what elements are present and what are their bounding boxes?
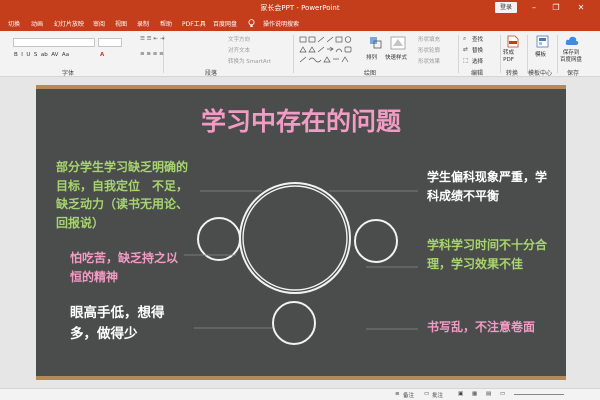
divider — [500, 35, 501, 73]
ribbon: B I U S ab AV Aa A 字体 ☰ ☰ ⇤ ⇥ ≡ ≡ ≡ ≡ 文字… — [0, 31, 600, 77]
tab-animations[interactable]: 动画 — [31, 19, 43, 28]
font-format-buttons[interactable]: B I U S ab AV Aa — [14, 52, 69, 58]
replace-button[interactable]: 替换 — [472, 46, 483, 54]
divider — [458, 35, 459, 73]
normal-view-icon[interactable]: ▣ — [458, 391, 463, 397]
shapes-gallery-icon[interactable] — [299, 36, 359, 64]
comments-icon: ▭ — [424, 391, 430, 397]
group-label-template-center: 模板中心 — [528, 70, 553, 77]
ribbon-tabs: 切换 动画 幻灯片放映 审阅 视图 录制 帮助 PDF工具 百度网盘 操作说明搜… — [0, 16, 600, 31]
shape-outline-button[interactable]: 形状轮廓 — [418, 46, 440, 54]
group-label-save: 保存 — [567, 70, 580, 77]
slide-sorter-icon[interactable]: ▦ — [472, 391, 477, 397]
status-bar: ≡ 备注 ▭ 批注 ▣ ▦ ▤ ▭ — [0, 388, 600, 400]
left-circle — [197, 217, 241, 261]
replace-icon: ⇄ — [463, 46, 469, 53]
template-icon[interactable] — [536, 35, 549, 48]
reading-view-icon[interactable]: ▤ — [486, 391, 491, 397]
right-item-2[interactable]: 学科学习时间不十分合理，学习效果不佳 — [427, 236, 551, 273]
left-item-3[interactable]: 眼高手低，想得多，做得少 — [70, 303, 178, 345]
tab-pdf-tools[interactable]: PDF工具 — [182, 19, 206, 28]
quick-styles-icon[interactable] — [390, 36, 406, 50]
align-text-button[interactable]: 对齐文本 — [228, 46, 250, 54]
left-item-1[interactable]: 部分学生学习缺乏明确的目标，自我定位 不足，缺乏动力（读书无用论、回报说） — [56, 158, 192, 232]
right-item-3[interactable]: 书写乱，不注意卷面 — [427, 318, 551, 337]
right-item-1[interactable]: 学生偏科现象严重，学科成绩不平衡 — [427, 168, 551, 205]
notes-icon: ≡ — [395, 391, 400, 397]
minimize-icon[interactable]: – — [527, 2, 541, 14]
center-circle — [239, 182, 351, 294]
tab-record[interactable]: 录制 — [137, 19, 149, 28]
group-label-font: 字体 — [62, 70, 75, 77]
right-circle — [354, 219, 398, 263]
tab-help[interactable]: 帮助 — [160, 19, 172, 28]
save-to-baidu-button[interactable]: 保存到 百度网盘 — [560, 50, 582, 63]
zoom-slider[interactable] — [514, 394, 564, 395]
close-icon[interactable]: ✕ — [574, 2, 588, 14]
arrange-icon[interactable] — [369, 36, 383, 50]
font-color-button[interactable]: A — [100, 52, 104, 58]
title-bar: 家长会PPT - PowerPoint 登录 – ❐ ✕ — [0, 0, 600, 16]
lightbulb-icon — [248, 19, 255, 30]
tab-review[interactable]: 审阅 — [93, 19, 105, 28]
login-button[interactable]: 登录 — [495, 2, 517, 13]
arrange-button[interactable]: 排列 — [366, 53, 377, 61]
align-buttons[interactable]: ≡ ≡ ≡ ≡ — [140, 51, 164, 57]
divider — [293, 35, 294, 73]
pdf-icon[interactable] — [507, 35, 519, 48]
group-label-paragraph: 段落 — [205, 70, 218, 77]
font-size-combo[interactable] — [98, 38, 122, 47]
tab-slideshow[interactable]: 幻灯片放映 — [54, 19, 84, 28]
convert-to-pdf-button[interactable]: 转成 PDF — [503, 50, 514, 63]
font-name-combo[interactable] — [13, 38, 95, 47]
template-button[interactable]: 模板 — [535, 50, 546, 58]
select-button[interactable]: 选择 — [472, 57, 483, 65]
center-circle-inner — [242, 185, 348, 291]
list-buttons[interactable]: ☰ ☰ ⇤ ⇥ — [140, 36, 164, 42]
quick-styles-button[interactable]: 快速样式 — [385, 53, 407, 61]
shape-effects-button[interactable]: 形状效果 — [418, 57, 440, 65]
search-input[interactable]: 操作说明搜索 — [263, 19, 299, 28]
group-label-drawing: 绘图 — [364, 70, 377, 77]
group-label-convert: 转换 — [506, 70, 519, 77]
tab-view[interactable]: 视图 — [115, 19, 127, 28]
tab-transitions[interactable]: 切换 — [8, 19, 20, 28]
comments-button[interactable]: 批注 — [432, 391, 443, 399]
find-icon: ⌕ — [463, 35, 467, 42]
cloud-icon[interactable] — [565, 35, 579, 47]
notes-button[interactable]: 备注 — [403, 391, 414, 399]
shape-fill-button[interactable]: 形状填充 — [418, 35, 440, 43]
text-direction-button[interactable]: 文字方向 — [228, 35, 250, 43]
group-label-editing: 编辑 — [471, 70, 484, 77]
select-icon: ⬚ — [463, 57, 469, 64]
smartart-button[interactable]: 转换为 SmartArt — [228, 57, 271, 65]
restore-icon[interactable]: ❐ — [549, 2, 563, 14]
find-button[interactable]: 查找 — [472, 35, 483, 43]
slideshow-icon[interactable]: ▭ — [500, 391, 505, 397]
tab-baidu-netdisk[interactable]: 百度网盘 — [213, 19, 237, 28]
divider — [557, 35, 558, 73]
bottom-circle — [272, 301, 316, 345]
left-item-2[interactable]: 怕吃苦，缺乏持之以恒的精神 — [70, 249, 178, 286]
